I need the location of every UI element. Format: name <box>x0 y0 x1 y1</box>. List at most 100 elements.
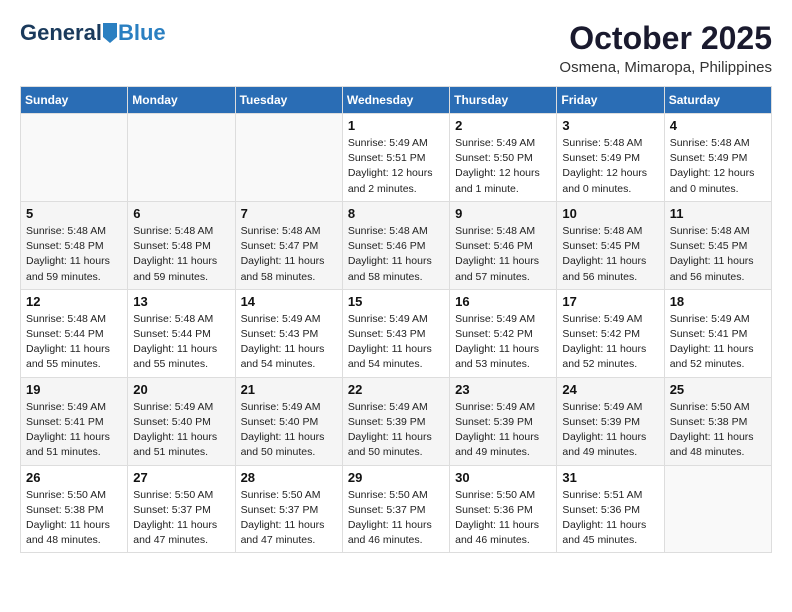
day-info: Sunrise: 5:49 AM Sunset: 5:41 PM Dayligh… <box>670 312 766 373</box>
day-info: Sunrise: 5:48 AM Sunset: 5:46 PM Dayligh… <box>348 224 444 285</box>
day-info: Sunrise: 5:50 AM Sunset: 5:37 PM Dayligh… <box>348 488 444 549</box>
day-info: Sunrise: 5:49 AM Sunset: 5:40 PM Dayligh… <box>241 400 337 461</box>
calendar-cell <box>128 114 235 202</box>
day-info: Sunrise: 5:49 AM Sunset: 5:43 PM Dayligh… <box>348 312 444 373</box>
location: Osmena, Mimaropa, Philippines <box>559 59 772 76</box>
calendar-cell: 20 Sunrise: 5:49 AM Sunset: 5:40 PM Dayli… <box>128 377 235 465</box>
weekday-header: Friday <box>557 87 664 114</box>
calendar-cell: 13 Sunrise: 5:48 AM Sunset: 5:44 PM Dayli… <box>128 289 235 377</box>
logo-blue: Blue <box>118 20 166 46</box>
day-number: 24 <box>562 382 658 397</box>
weekday-header: Sunday <box>21 87 128 114</box>
calendar-week-row: 26 Sunrise: 5:50 AM Sunset: 5:38 PM Dayli… <box>21 465 772 553</box>
day-number: 2 <box>455 118 551 133</box>
calendar-cell <box>235 114 342 202</box>
day-info: Sunrise: 5:49 AM Sunset: 5:51 PM Dayligh… <box>348 136 444 197</box>
day-number: 11 <box>670 206 766 221</box>
day-info: Sunrise: 5:48 AM Sunset: 5:47 PM Dayligh… <box>241 224 337 285</box>
day-info: Sunrise: 5:48 AM Sunset: 5:48 PM Dayligh… <box>133 224 229 285</box>
calendar-cell: 21 Sunrise: 5:49 AM Sunset: 5:40 PM Dayli… <box>235 377 342 465</box>
day-number: 7 <box>241 206 337 221</box>
calendar-week-row: 12 Sunrise: 5:48 AM Sunset: 5:44 PM Dayli… <box>21 289 772 377</box>
title-block: October 2025 Osmena, Mimaropa, Philippin… <box>559 20 772 76</box>
day-info: Sunrise: 5:51 AM Sunset: 5:36 PM Dayligh… <box>562 488 658 549</box>
calendar-cell: 19 Sunrise: 5:49 AM Sunset: 5:41 PM Dayli… <box>21 377 128 465</box>
calendar-cell: 7 Sunrise: 5:48 AM Sunset: 5:47 PM Daylig… <box>235 201 342 289</box>
day-info: Sunrise: 5:49 AM Sunset: 5:40 PM Dayligh… <box>133 400 229 461</box>
calendar-cell: 10 Sunrise: 5:48 AM Sunset: 5:45 PM Dayli… <box>557 201 664 289</box>
day-info: Sunrise: 5:49 AM Sunset: 5:41 PM Dayligh… <box>26 400 122 461</box>
calendar-cell: 12 Sunrise: 5:48 AM Sunset: 5:44 PM Dayli… <box>21 289 128 377</box>
calendar-cell: 6 Sunrise: 5:48 AM Sunset: 5:48 PM Daylig… <box>128 201 235 289</box>
day-info: Sunrise: 5:48 AM Sunset: 5:48 PM Dayligh… <box>26 224 122 285</box>
calendar-cell: 1 Sunrise: 5:49 AM Sunset: 5:51 PM Daylig… <box>342 114 449 202</box>
day-number: 13 <box>133 294 229 309</box>
calendar-cell: 16Sunrise: 5:49 AM Sunset: 5:42 PM Dayli… <box>450 289 557 377</box>
calendar-cell: 29 Sunrise: 5:50 AM Sunset: 5:37 PM Dayli… <box>342 465 449 553</box>
day-number: 1 <box>348 118 444 133</box>
day-info: Sunrise: 5:48 AM Sunset: 5:44 PM Dayligh… <box>133 312 229 373</box>
calendar-cell: 3Sunrise: 5:48 AM Sunset: 5:49 PM Daylig… <box>557 114 664 202</box>
day-number: 19 <box>26 382 122 397</box>
logo-icon <box>103 23 117 43</box>
day-info: Sunrise: 5:49 AM Sunset: 5:42 PM Dayligh… <box>562 312 658 373</box>
day-info: Sunrise: 5:49 AM Sunset: 5:50 PM Dayligh… <box>455 136 551 197</box>
day-number: 23 <box>455 382 551 397</box>
day-info: Sunrise: 5:50 AM Sunset: 5:37 PM Dayligh… <box>241 488 337 549</box>
logo: General Blue <box>20 20 166 46</box>
day-number: 18 <box>670 294 766 309</box>
day-info: Sunrise: 5:50 AM Sunset: 5:36 PM Dayligh… <box>455 488 551 549</box>
day-number: 16 <box>455 294 551 309</box>
calendar-table: SundayMondayTuesdayWednesdayThursdayFrid… <box>20 86 772 553</box>
day-number: 31 <box>562 470 658 485</box>
calendar-cell: 8Sunrise: 5:48 AM Sunset: 5:46 PM Daylig… <box>342 201 449 289</box>
day-number: 10 <box>562 206 658 221</box>
calendar-cell <box>21 114 128 202</box>
calendar-week-row: 19 Sunrise: 5:49 AM Sunset: 5:41 PM Dayli… <box>21 377 772 465</box>
day-info: Sunrise: 5:48 AM Sunset: 5:45 PM Dayligh… <box>562 224 658 285</box>
calendar-cell: 5 Sunrise: 5:48 AM Sunset: 5:48 PM Daylig… <box>21 201 128 289</box>
calendar-cell: 17Sunrise: 5:49 AM Sunset: 5:42 PM Dayli… <box>557 289 664 377</box>
day-number: 12 <box>26 294 122 309</box>
calendar-cell: 31 Sunrise: 5:51 AM Sunset: 5:36 PM Dayli… <box>557 465 664 553</box>
calendar-cell: 22Sunrise: 5:49 AM Sunset: 5:39 PM Dayli… <box>342 377 449 465</box>
calendar-cell: 2 Sunrise: 5:49 AM Sunset: 5:50 PM Daylig… <box>450 114 557 202</box>
day-number: 6 <box>133 206 229 221</box>
weekday-header: Wednesday <box>342 87 449 114</box>
day-info: Sunrise: 5:48 AM Sunset: 5:45 PM Dayligh… <box>670 224 766 285</box>
day-info: Sunrise: 5:50 AM Sunset: 5:37 PM Dayligh… <box>133 488 229 549</box>
calendar-cell: 27 Sunrise: 5:50 AM Sunset: 5:37 PM Dayli… <box>128 465 235 553</box>
day-number: 4 <box>670 118 766 133</box>
day-info: Sunrise: 5:48 AM Sunset: 5:44 PM Dayligh… <box>26 312 122 373</box>
day-info: Sunrise: 5:48 AM Sunset: 5:49 PM Dayligh… <box>562 136 658 197</box>
day-number: 9 <box>455 206 551 221</box>
day-info: Sunrise: 5:49 AM Sunset: 5:39 PM Dayligh… <box>562 400 658 461</box>
day-number: 27 <box>133 470 229 485</box>
day-info: Sunrise: 5:50 AM Sunset: 5:38 PM Dayligh… <box>26 488 122 549</box>
day-number: 14 <box>241 294 337 309</box>
calendar-cell: 23 Sunrise: 5:49 AM Sunset: 5:39 PM Dayli… <box>450 377 557 465</box>
weekday-header: Tuesday <box>235 87 342 114</box>
calendar-cell: 14 Sunrise: 5:49 AM Sunset: 5:43 PM Dayli… <box>235 289 342 377</box>
calendar-cell <box>664 465 771 553</box>
calendar-cell: 24 Sunrise: 5:49 AM Sunset: 5:39 PM Dayli… <box>557 377 664 465</box>
calendar-cell: 15Sunrise: 5:49 AM Sunset: 5:43 PM Dayli… <box>342 289 449 377</box>
day-number: 21 <box>241 382 337 397</box>
day-number: 26 <box>26 470 122 485</box>
calendar-cell: 11 Sunrise: 5:48 AM Sunset: 5:45 PM Dayli… <box>664 201 771 289</box>
weekday-header: Saturday <box>664 87 771 114</box>
calendar-cell: 18 Sunrise: 5:49 AM Sunset: 5:41 PM Dayli… <box>664 289 771 377</box>
weekday-header: Thursday <box>450 87 557 114</box>
day-info: Sunrise: 5:49 AM Sunset: 5:39 PM Dayligh… <box>455 400 551 461</box>
calendar-week-row: 1 Sunrise: 5:49 AM Sunset: 5:51 PM Daylig… <box>21 114 772 202</box>
day-number: 25 <box>670 382 766 397</box>
header: General Blue October 2025 Osmena, Mimaro… <box>20 20 772 76</box>
day-number: 5 <box>26 206 122 221</box>
calendar-cell: 26 Sunrise: 5:50 AM Sunset: 5:38 PM Dayli… <box>21 465 128 553</box>
day-number: 29 <box>348 470 444 485</box>
day-info: Sunrise: 5:50 AM Sunset: 5:38 PM Dayligh… <box>670 400 766 461</box>
day-info: Sunrise: 5:49 AM Sunset: 5:43 PM Dayligh… <box>241 312 337 373</box>
calendar-cell: 25 Sunrise: 5:50 AM Sunset: 5:38 PM Dayli… <box>664 377 771 465</box>
calendar-cell: 28Sunrise: 5:50 AM Sunset: 5:37 PM Dayli… <box>235 465 342 553</box>
day-number: 20 <box>133 382 229 397</box>
